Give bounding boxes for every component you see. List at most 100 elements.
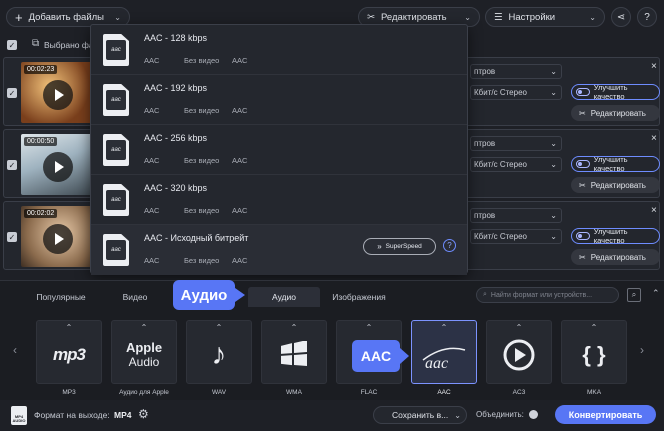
gear-icon[interactable]: ⚙ xyxy=(138,407,149,421)
file-checkbox[interactable]: ✓ xyxy=(7,160,17,170)
preset-item[interactable]: aac AAC - 256 kbps AAC Без видео AAC xyxy=(91,125,467,175)
preset-codec: AAC xyxy=(232,56,248,65)
audio-select-value: Кбит/с Стерео xyxy=(474,232,527,241)
format-tile-wma[interactable]: ⌃ xyxy=(261,320,327,384)
scissors-icon: ✂ xyxy=(579,252,586,262)
apple-audio-logo-icon: Apple Audio xyxy=(112,335,176,375)
format-tile-aac[interactable]: ⌃ aac xyxy=(411,320,477,384)
help-icon: ? xyxy=(644,11,650,23)
preset-video: Без видео xyxy=(184,106,220,115)
tab-images[interactable]: Изображения xyxy=(326,287,392,307)
chevron-up-icon: ⌃ xyxy=(515,323,523,332)
convert-button[interactable]: Конвертировать xyxy=(555,405,656,424)
share-button[interactable]: ⋖ xyxy=(611,7,631,27)
merge-toggle[interactable] xyxy=(529,410,538,419)
video-thumbnail[interactable]: 00:02:02 xyxy=(21,206,93,267)
chevron-down-icon: ⌄ xyxy=(550,67,557,76)
enhance-label: Улучшить качество xyxy=(593,83,628,101)
preset-video: Без видео xyxy=(184,256,220,265)
preset-video: Без видео xyxy=(184,56,220,65)
format-tile-wav[interactable]: ⌃ ♪ xyxy=(186,320,252,384)
close-icon[interactable]: × xyxy=(651,133,657,144)
preset-title: AAC - 256 kbps xyxy=(144,133,208,143)
play-icon[interactable] xyxy=(43,80,73,110)
format-select[interactable]: птров ⌄ xyxy=(470,136,562,151)
preset-title: AAC - 128 kbps xyxy=(144,33,208,43)
save-to-dropdown[interactable]: Сохранить в... ⌄ xyxy=(373,406,467,424)
enhance-label: Улучшить качество xyxy=(593,155,628,173)
edit-file-button[interactable]: ✂ Редактировать xyxy=(571,105,660,121)
enhance-quality-toggle[interactable]: Улучшить качество xyxy=(571,83,660,101)
format-preview-button[interactable]: ⌕ xyxy=(627,288,641,302)
chevron-right-icon[interactable]: › xyxy=(640,343,644,357)
collapse-panel-icon[interactable]: ⌃ xyxy=(652,288,660,299)
chevron-up-icon: ⌃ xyxy=(140,323,148,332)
superspeed-label: SuperSpeed xyxy=(385,243,422,250)
chevron-down-icon: ⌄ xyxy=(550,139,557,148)
preset-codec: AAC xyxy=(232,156,248,165)
chevron-down-icon: ⌄ xyxy=(464,12,471,22)
format-search-input[interactable]: ⌕ Найти формат или устройств... xyxy=(476,287,619,303)
preset-video: Без видео xyxy=(184,206,220,215)
file-checkbox[interactable]: ✓ xyxy=(7,88,17,98)
select-all-checkbox[interactable]: ✓ xyxy=(7,40,17,50)
superspeed-help-icon[interactable]: ? xyxy=(443,239,456,252)
preset-item-selected[interactable]: aac AAC - Исходный битрейт AAC Без видео… xyxy=(91,225,467,275)
chevron-left-icon[interactable]: ‹ xyxy=(13,343,17,357)
chevron-down-icon: ⌄ xyxy=(114,12,121,22)
close-icon[interactable]: × xyxy=(651,61,657,72)
file-checkbox[interactable]: ✓ xyxy=(7,232,17,242)
tab-popular[interactable]: Популярные xyxy=(24,287,98,307)
tile-label-wma: WMA xyxy=(286,389,302,396)
preset-item[interactable]: aac AAC - 320 kbps AAC Без видео AAC xyxy=(91,175,467,225)
callout-arrow-icon xyxy=(400,348,409,364)
chevron-down-icon: ⌄ xyxy=(589,12,596,22)
tab-audio[interactable]: Аудио xyxy=(248,287,320,307)
video-thumbnail[interactable]: 00:02:23 xyxy=(21,62,93,123)
format-tile-mp3[interactable]: ⌃ mp3 xyxy=(36,320,102,384)
edit-menu-label: Редактировать xyxy=(380,11,447,23)
format-select[interactable]: птров ⌄ xyxy=(470,64,562,79)
preset-format: AAC xyxy=(144,56,160,65)
preset-item[interactable]: aac AAC - 128 kbps AAC Без видео AAC xyxy=(91,25,467,75)
save-to-label: Сохранить в... xyxy=(392,410,449,420)
output-format-icon[interactable]: MP4 AUDIO xyxy=(11,406,27,425)
edit-file-button[interactable]: ✂ Редактировать xyxy=(571,249,660,265)
tab-video[interactable]: Видео xyxy=(104,287,166,307)
converter-window: + Добавить файлы ⌄ ✂ Редактировать ⌄ ☰ Н… xyxy=(0,0,664,431)
audio-select[interactable]: Кбит/с Стерео ⌄ xyxy=(470,85,562,100)
format-tile-ac3[interactable]: ⌃ xyxy=(486,320,552,384)
help-button[interactable]: ? xyxy=(637,7,657,27)
preset-item[interactable]: aac AAC - 192 kbps AAC Без видео AAC xyxy=(91,75,467,125)
share-icon: ⋖ xyxy=(616,11,626,23)
enhance-quality-toggle[interactable]: Улучшить качество xyxy=(571,227,660,245)
play-icon[interactable] xyxy=(43,152,73,182)
tile-label-apple: Аудио для Apple xyxy=(119,389,169,396)
duration-badge: 00:02:23 xyxy=(24,65,58,74)
chevron-down-icon: ⌄ xyxy=(454,410,461,420)
play-icon[interactable] xyxy=(43,224,73,254)
chevron-down-icon: ⌄ xyxy=(550,88,557,97)
tile-label-ac3: AC3 xyxy=(512,389,526,396)
aac-file-icon: aac xyxy=(103,84,129,116)
fast-forward-icon: » xyxy=(377,242,382,251)
edit-file-button[interactable]: ✂ Редактировать xyxy=(571,177,660,193)
chevron-down-icon: ⌄ xyxy=(550,232,557,241)
format-tile-apple[interactable]: ⌃ Apple Audio xyxy=(111,320,177,384)
search-placeholder: Найти формат или устройств... xyxy=(490,291,593,299)
audio-select[interactable]: Кбит/с Стерео ⌄ xyxy=(470,229,562,244)
duration-badge: 00:02:02 xyxy=(24,209,58,218)
superspeed-badge[interactable]: » SuperSpeed xyxy=(363,238,436,255)
close-icon[interactable]: × xyxy=(651,205,657,216)
audio-logo-text: Audio xyxy=(128,354,160,369)
audio-select[interactable]: Кбит/с Стерео ⌄ xyxy=(470,157,562,172)
video-thumbnail[interactable]: 00:00:50 xyxy=(21,134,93,195)
chevron-down-icon: ⌄ xyxy=(550,211,557,220)
settings-button[interactable]: ☰ Настройки ⌄ xyxy=(485,7,605,27)
format-tile-mka[interactable]: ⌃ { } xyxy=(561,320,627,384)
enhance-quality-toggle[interactable]: Улучшить качество xyxy=(571,155,660,173)
scissors-icon: ✂ xyxy=(367,11,375,23)
aac-callout: AAC xyxy=(352,340,400,372)
toggle-icon xyxy=(576,88,590,96)
format-select[interactable]: птров ⌄ xyxy=(470,208,562,223)
